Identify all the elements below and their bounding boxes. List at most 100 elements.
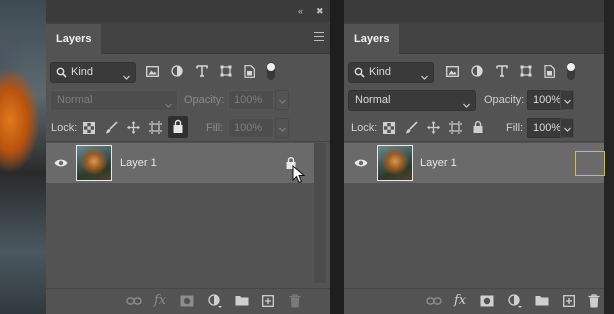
new-group-icon[interactable] — [235, 295, 249, 306]
lock-image-pixels-icon[interactable] — [405, 121, 418, 134]
search-icon — [56, 67, 67, 78]
chevron-down-icon — [165, 97, 172, 108]
blend-mode-value: Normal — [57, 94, 93, 106]
lock-row: Lock: Fill: 100% — [344, 115, 604, 141]
image-filter-icon[interactable] — [146, 66, 159, 77]
layer-row[interactable]: Layer 1 — [46, 143, 314, 185]
delete-layer-icon[interactable] — [289, 294, 301, 308]
new-layer-icon[interactable] — [563, 295, 575, 307]
collapse-panel-icon[interactable]: « — [298, 6, 303, 16]
lock-all-icon — [173, 119, 183, 133]
layer-name[interactable]: Layer 1 — [420, 143, 457, 183]
smart-object-filter-icon[interactable] — [544, 65, 555, 78]
fill-dropdown[interactable] — [560, 118, 574, 138]
opacity-label: Opacity: — [484, 94, 525, 106]
panel-tab-bar: Layers — [344, 22, 604, 54]
workspace-gutter — [330, 0, 344, 314]
smart-object-filter-icon[interactable] — [244, 65, 255, 78]
workspace-edge — [604, 0, 614, 314]
layer-thumbnail — [76, 145, 112, 181]
opacity-dropdown[interactable] — [560, 90, 574, 110]
lock-image-pixels-icon[interactable] — [105, 121, 118, 134]
fx-icon[interactable]: fx — [154, 293, 166, 309]
new-adjustment-layer-icon[interactable] — [208, 294, 222, 308]
add-mask-icon[interactable] — [180, 295, 194, 307]
layer-thumbnail — [377, 145, 413, 181]
chevron-down-icon — [421, 69, 428, 80]
add-mask-icon[interactable] — [480, 295, 494, 307]
image-filter-icon[interactable] — [446, 66, 459, 77]
fill-field[interactable]: 100% — [228, 118, 274, 138]
lock-label: Lock: — [351, 122, 378, 134]
canvas-background-art — [0, 0, 46, 314]
lock-position-icon[interactable] — [127, 121, 140, 134]
type-filter-icon[interactable] — [496, 65, 508, 77]
type-filter-icon[interactable] — [196, 65, 208, 77]
link-layers-icon[interactable] — [426, 296, 442, 306]
layers-scrollbar[interactable] — [314, 143, 326, 283]
tab-layers[interactable]: Layers — [344, 24, 400, 54]
search-icon — [354, 67, 365, 78]
filter-kind-value: Kind — [369, 66, 392, 78]
lock-transparent-pixels-icon[interactable] — [83, 122, 95, 134]
filter-kind-select[interactable]: Kind — [348, 62, 434, 83]
lock-position-icon[interactable] — [427, 121, 440, 134]
highlight-box — [575, 151, 605, 176]
opacity-dropdown[interactable] — [275, 90, 289, 110]
lock-artboard-icon[interactable] — [449, 121, 462, 134]
layers-panel-right: Layers Kind Normal Opacity: 100% Lock: F… — [344, 0, 605, 314]
filter-kind-value: Kind — [71, 66, 94, 78]
chevron-down-icon — [279, 124, 286, 132]
layer-row[interactable]: Layer 1 — [344, 143, 605, 183]
panel-header-strip: « ✖ — [46, 0, 330, 22]
chevron-down-icon — [123, 69, 130, 80]
visibility-eye-icon[interactable] — [354, 158, 368, 168]
fx-icon[interactable]: fx — [454, 293, 466, 309]
fill-dropdown[interactable] — [275, 118, 289, 138]
lock-all-button[interactable] — [168, 116, 188, 138]
filter-toggle-icon[interactable] — [266, 61, 276, 81]
adjustment-filter-icon[interactable] — [171, 65, 183, 77]
blend-row: Normal Opacity: 100% — [46, 88, 330, 114]
lock-transparent-pixels-icon[interactable] — [383, 122, 395, 134]
new-layer-icon[interactable] — [262, 295, 274, 307]
tab-layers[interactable]: Layers — [46, 24, 102, 54]
panel-divider — [344, 141, 604, 142]
new-adjustment-layer-icon[interactable] — [508, 294, 522, 308]
chevron-down-icon — [463, 97, 470, 108]
blend-mode-value: Normal — [355, 94, 391, 106]
panel-footer: fx — [344, 288, 604, 314]
close-panel-icon[interactable]: ✖ — [316, 6, 324, 16]
panel-divider — [46, 141, 330, 142]
opacity-label: Opacity: — [184, 94, 225, 106]
fill-label: Fill: — [506, 122, 524, 134]
blend-mode-select[interactable]: Normal — [348, 90, 476, 111]
layers-panel-left: « ✖ Layers Kind Normal Opacity: 100% Loc… — [46, 0, 330, 314]
mouse-cursor-icon — [292, 165, 306, 185]
filter-toggle-icon[interactable] — [566, 61, 576, 81]
visibility-eye-icon[interactable] — [54, 158, 68, 168]
blend-mode-select[interactable]: Normal — [50, 90, 178, 111]
lock-artboard-icon[interactable] — [149, 121, 162, 134]
lock-label: Lock: — [51, 122, 78, 134]
panel-tab-bar: Layers — [46, 22, 330, 54]
fill-label: Fill: — [206, 122, 224, 134]
shape-filter-icon[interactable] — [520, 65, 532, 77]
new-group-icon[interactable] — [535, 295, 549, 306]
blend-row: Normal Opacity: 100% — [344, 88, 604, 114]
link-layers-icon[interactable] — [126, 296, 142, 306]
opacity-field[interactable]: 100% — [228, 90, 274, 110]
filter-row: Kind — [344, 60, 604, 86]
chevron-down-icon — [279, 96, 286, 104]
adjustment-filter-icon[interactable] — [471, 65, 483, 77]
delete-layer-icon[interactable] — [588, 294, 600, 308]
shape-filter-icon[interactable] — [220, 65, 232, 77]
chevron-down-icon — [564, 124, 571, 132]
chevron-down-icon — [564, 96, 571, 104]
filter-kind-select[interactable]: Kind — [50, 62, 136, 83]
panel-footer: fx — [46, 288, 330, 314]
layer-name[interactable]: Layer 1 — [120, 143, 157, 183]
filter-row: Kind — [46, 60, 330, 86]
panel-menu-icon[interactable] — [314, 32, 324, 41]
lock-all-icon[interactable] — [473, 121, 483, 133]
